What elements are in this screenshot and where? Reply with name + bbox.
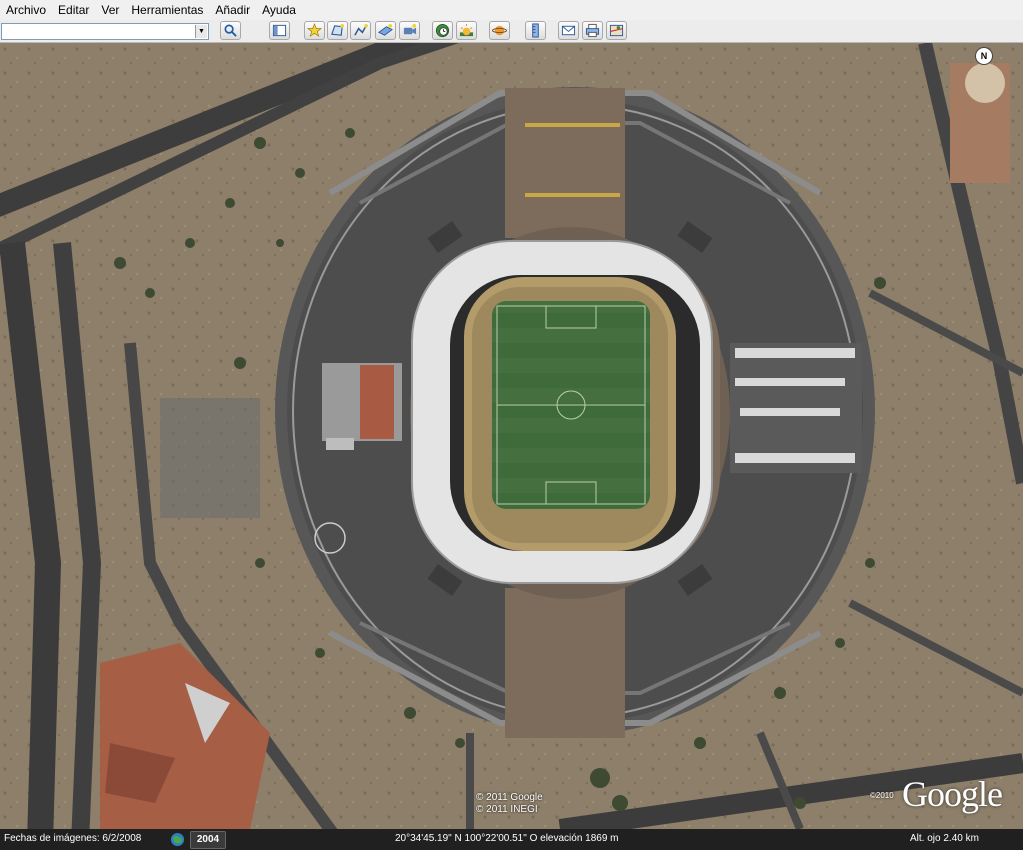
imagery-date: Fechas de imágenes: 6/2/2008 bbox=[4, 833, 142, 844]
sidebar-toggle-button[interactable] bbox=[269, 21, 290, 40]
menu-archivo[interactable]: Archivo bbox=[0, 0, 52, 20]
compass-north-icon[interactable]: N bbox=[975, 47, 993, 65]
search-box: ▼ bbox=[1, 23, 209, 40]
image-overlay-button[interactable] bbox=[375, 21, 396, 40]
pushpin-icon bbox=[307, 23, 322, 37]
menu-anadir[interactable]: Añadir bbox=[209, 0, 256, 20]
record-icon bbox=[403, 23, 417, 35]
map-view[interactable]: N © 2011 Google © 2011 INEGI ©2010 Googl… bbox=[0, 43, 1023, 829]
google-logo: Google bbox=[902, 774, 1003, 814]
menu-bar: Archivo Editar Ver Herramientas Añadir A… bbox=[0, 0, 1023, 21]
menu-herramientas[interactable]: Herramientas bbox=[125, 0, 209, 20]
ruler-icon bbox=[532, 23, 539, 38]
add-placemark-button[interactable] bbox=[304, 21, 325, 40]
satellite-imagery bbox=[0, 43, 1023, 829]
menu-ver[interactable]: Ver bbox=[95, 0, 125, 20]
status-bar: Fechas de imágenes: 6/2/2008 2004 20°34'… bbox=[0, 829, 1023, 850]
copyright-google: © 2011 Google bbox=[476, 792, 543, 803]
imagery-year-badge[interactable]: 2004 bbox=[190, 831, 226, 849]
historical-globe-icon[interactable] bbox=[170, 832, 185, 847]
copyright-inegi: © 2011 INEGI bbox=[476, 804, 538, 815]
email-button[interactable] bbox=[558, 21, 579, 40]
historical-imagery-button[interactable] bbox=[432, 21, 453, 40]
ruler-button[interactable] bbox=[525, 21, 546, 40]
view-in-maps-button[interactable] bbox=[606, 21, 627, 40]
switch-to-sky-button[interactable] bbox=[489, 21, 510, 40]
search-button[interactable] bbox=[220, 21, 241, 40]
print-button[interactable] bbox=[582, 21, 603, 40]
toolbar: ▼ bbox=[0, 20, 1023, 43]
eye-altitude: Alt. ojo 2.40 km bbox=[910, 833, 979, 844]
add-polygon-button[interactable] bbox=[327, 21, 348, 40]
mail-icon bbox=[561, 25, 576, 36]
path-icon bbox=[354, 23, 368, 36]
sunlight-button[interactable] bbox=[456, 21, 477, 40]
planet-icon bbox=[492, 25, 507, 36]
map-copyright: © 2011 Google © 2011 INEGI bbox=[476, 792, 543, 816]
add-path-button[interactable] bbox=[350, 21, 371, 40]
pointer-coordinates: 20°34'45.19" N 100°22'00.51" O elevación… bbox=[395, 833, 619, 844]
printer-icon bbox=[585, 23, 600, 38]
sidebar-icon bbox=[272, 24, 287, 37]
watermark-year: ©2010 bbox=[870, 791, 894, 800]
menu-editar[interactable]: Editar bbox=[52, 0, 95, 20]
map-icon bbox=[609, 24, 624, 37]
polygon-icon bbox=[331, 23, 345, 36]
clock-globe-icon bbox=[435, 23, 450, 38]
search-icon bbox=[224, 24, 237, 37]
sun-icon bbox=[459, 23, 474, 37]
overlay-icon bbox=[378, 23, 393, 36]
search-input[interactable] bbox=[2, 24, 196, 37]
menu-ayuda[interactable]: Ayuda bbox=[256, 0, 302, 20]
search-dropdown-button[interactable]: ▼ bbox=[195, 25, 207, 38]
record-tour-button[interactable] bbox=[399, 21, 420, 40]
